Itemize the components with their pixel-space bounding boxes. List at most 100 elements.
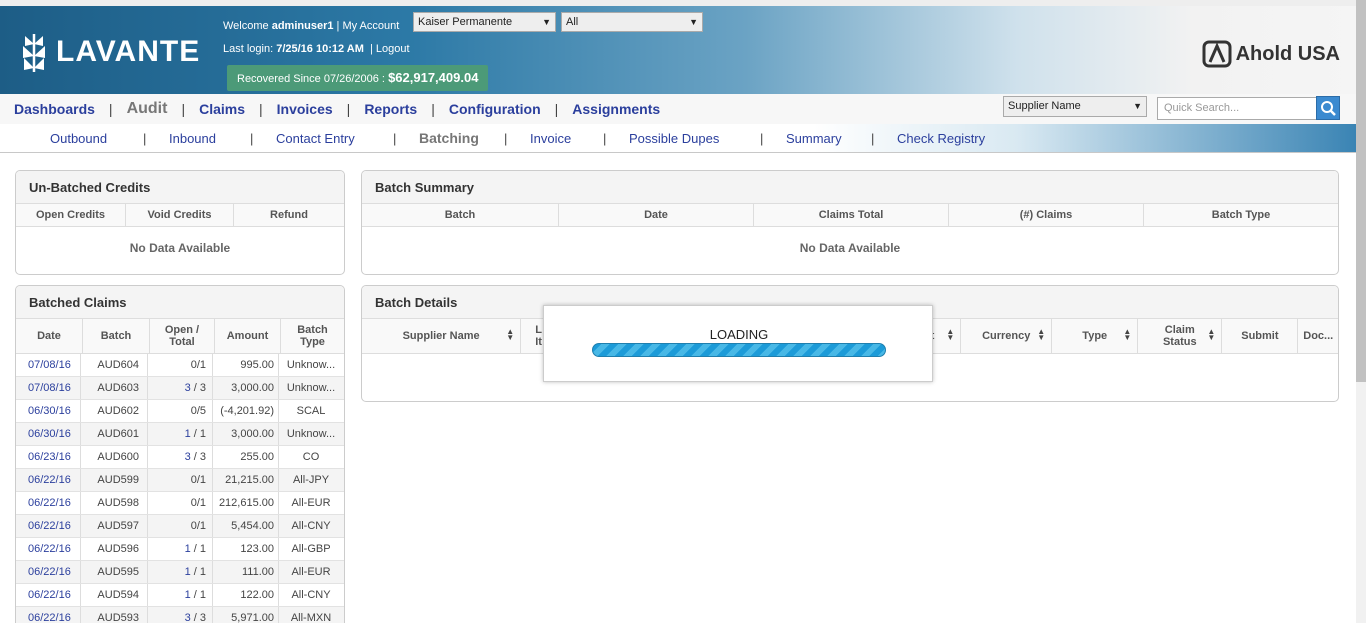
nav-reports[interactable]: Reports	[350, 101, 431, 117]
col-void-credits[interactable]: Void Credits	[126, 204, 234, 226]
row-date-link[interactable]: 07/08/16	[16, 354, 81, 376]
row-open-total: 1 / 1	[148, 423, 213, 445]
row-date-link[interactable]: 06/22/16	[16, 607, 81, 623]
row-batch-type: Unknow...	[286, 359, 336, 371]
row-batch: AUD593	[81, 607, 148, 623]
row-batch: AUD599	[81, 469, 148, 491]
batched-claims-body: 07/08/16 AUD604 0/1 995.00 Unknow... 07/08/16…	[16, 354, 344, 623]
row-open-total: 1 / 1	[148, 561, 213, 583]
col-supplier-name[interactable]: Supplier Name ▲ ▼	[362, 319, 522, 353]
scope-select-value: All	[566, 16, 579, 28]
col-hidden-a-label: L It	[535, 324, 542, 348]
row-open-total: 0/1	[148, 492, 213, 514]
col-open-credits[interactable]: Open Credits	[16, 204, 126, 226]
col-batch-type-line1: Batch	[297, 324, 328, 336]
row-batch: AUD602	[81, 400, 148, 422]
logout-link[interactable]: | Logout	[370, 43, 410, 55]
nav-invoices[interactable]: Invoices	[263, 101, 347, 117]
search-button[interactable]	[1316, 96, 1340, 120]
row-date-link[interactable]: 07/08/16	[16, 377, 81, 399]
col-claim-status-line2: Status	[1162, 336, 1197, 348]
row-date-link[interactable]: 06/22/16	[16, 515, 81, 537]
client-select[interactable]: Kaiser Permanente ▼	[413, 12, 556, 32]
row-date-link[interactable]: 06/22/16	[16, 469, 81, 491]
row-batch-type: All-EUR	[291, 497, 331, 509]
row-date-link[interactable]: 06/22/16	[16, 584, 81, 606]
main-nav: Dashboards | Audit | Claims | Invoices |…	[0, 94, 1356, 124]
col-open-total-line2: Total	[169, 336, 195, 348]
ahold-logo-icon	[1202, 40, 1232, 68]
col-date[interactable]: Date	[559, 204, 754, 226]
col-open-total-line1: Open /	[164, 324, 200, 336]
row-date-link[interactable]: 06/22/16	[16, 538, 81, 560]
col-doc[interactable]: Doc...	[1298, 319, 1338, 353]
subnav-contact-entry[interactable]: Contact Entry	[276, 131, 355, 146]
unbatched-credits-panel: Un-Batched Credits Open Credits Void Cre…	[15, 170, 345, 275]
col-claims-count[interactable]: (#) Claims	[949, 204, 1144, 226]
col-amount[interactable]: Amount	[215, 319, 281, 353]
col-currency[interactable]: Currency ▲ ▼	[961, 319, 1053, 353]
subnav-invoice[interactable]: Invoice	[530, 131, 571, 146]
table-row: 06/22/16 AUD595 1 / 1 111.00 All-EUR	[16, 561, 344, 584]
scrollbar-thumb[interactable]	[1356, 0, 1366, 382]
row-open-total-sep: /	[190, 428, 200, 440]
row-batch: AUD596	[81, 538, 148, 560]
scope-select[interactable]: All ▼	[561, 12, 703, 32]
page-scrollbar[interactable]	[1356, 0, 1366, 623]
col-claim-status[interactable]: Claim Status ▲ ▼	[1138, 319, 1223, 353]
row-amount: 5,454.00	[213, 515, 279, 537]
col-submit[interactable]: Submit	[1222, 319, 1299, 353]
subnav-batching[interactable]: Batching	[419, 130, 479, 146]
row-open-total-sep: /	[190, 589, 200, 601]
col-claims-total[interactable]: Claims Total	[754, 204, 949, 226]
nav-configuration[interactable]: Configuration	[435, 101, 555, 117]
row-total-count: 1	[199, 543, 206, 555]
row-date-link[interactable]: 06/23/16	[16, 446, 81, 468]
quick-search-input[interactable]: Quick Search...	[1157, 97, 1317, 120]
row-date-link[interactable]: 06/30/16	[16, 400, 81, 422]
col-date[interactable]: Date	[16, 319, 83, 353]
nav-claims[interactable]: Claims	[185, 101, 259, 117]
supplier-name-select[interactable]: Supplier Name ▼	[1003, 96, 1147, 117]
col-batch[interactable]: Batch	[83, 319, 150, 353]
col-open-total[interactable]: Open / Total	[150, 319, 215, 353]
row-open-total: 3 / 3	[148, 607, 213, 623]
col-batch[interactable]: Batch	[362, 204, 559, 226]
subnav-outbound[interactable]: Outbound	[50, 131, 107, 146]
row-amount: 122.00	[213, 584, 279, 606]
batch-summary-header: Batch Date Claims Total (#) Claims Batch…	[362, 204, 1338, 227]
row-open-total: 0/5	[148, 400, 213, 422]
row-amount: 21,215.00	[213, 469, 279, 491]
subnav-summary[interactable]: Summary	[786, 131, 842, 146]
lavante-logo[interactable]: LAVANTE	[20, 30, 200, 74]
row-open-total: 3 / 3	[148, 446, 213, 468]
col-refund[interactable]: Refund	[234, 204, 344, 226]
row-date-link[interactable]: 06/22/16	[16, 561, 81, 583]
row-total-count: 1	[199, 474, 206, 486]
row-amount: 5,971.00	[213, 607, 279, 623]
row-batch-type: All-GBP	[291, 543, 331, 555]
row-date-link[interactable]: 06/22/16	[16, 492, 81, 514]
row-open-total: 0/1	[148, 515, 213, 537]
subnav-inbound[interactable]: Inbound	[169, 131, 216, 146]
col-type[interactable]: Type ▲ ▼	[1052, 319, 1139, 353]
row-date-link[interactable]: 06/30/16	[16, 423, 81, 445]
last-login-value: 7/25/16 10:12 AM	[276, 43, 364, 55]
nav-audit[interactable]: Audit	[113, 100, 182, 118]
row-open-total-sep: /	[190, 543, 200, 555]
row-batch-type: All-CNY	[291, 589, 331, 601]
nav-assignments[interactable]: Assignments	[558, 101, 674, 117]
table-row: 06/30/16 AUD601 1 / 1 3,000.00 Unknow...	[16, 423, 344, 446]
col-batch-type[interactable]: Batch Type	[1144, 204, 1338, 226]
col-claim-status-line1: Claim	[1164, 324, 1195, 336]
subnav-check-registry[interactable]: Check Registry	[897, 131, 985, 146]
my-account-link[interactable]: | My Account	[337, 20, 400, 32]
subnav-possible-dupes[interactable]: Possible Dupes	[629, 131, 719, 146]
nav-dashboards[interactable]: Dashboards	[0, 101, 109, 117]
recovered-badge: Recovered Since 07/26/2006 : $62,917,409…	[227, 65, 489, 91]
row-batch: AUD597	[81, 515, 148, 537]
username: adminuser1	[271, 20, 334, 32]
no-data-message: No Data Available	[799, 241, 901, 255]
col-batch-type[interactable]: Batch Type	[281, 319, 344, 353]
row-amount: 123.00	[213, 538, 279, 560]
